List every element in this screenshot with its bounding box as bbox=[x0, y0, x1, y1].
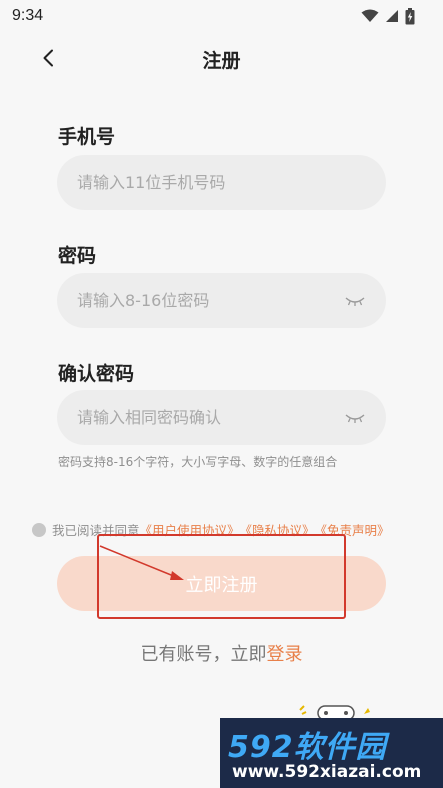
battery-icon bbox=[405, 7, 415, 24]
status-time: 9:34 bbox=[12, 7, 44, 24]
user-agreement-link[interactable]: 《用户使用协议》 bbox=[140, 520, 240, 539]
password-input[interactable] bbox=[77, 291, 344, 310]
confirm-password-input[interactable] bbox=[77, 408, 344, 427]
wifi-icon bbox=[361, 9, 379, 22]
nav-bar: 注册 bbox=[0, 36, 443, 80]
eye-closed-icon[interactable] bbox=[344, 411, 366, 425]
watermark-brand: 592软件园 bbox=[228, 730, 387, 765]
phone-label: 手机号 bbox=[58, 126, 116, 148]
confirm-password-input-box[interactable] bbox=[57, 390, 386, 445]
page-title: 注册 bbox=[202, 50, 241, 72]
agreement-row: 我已阅读并同意 《用户使用协议》 《隐私协议》 《免责声明》 bbox=[32, 520, 390, 539]
login-row: 已有账号，立即登录 bbox=[0, 640, 443, 666]
signal-icon bbox=[386, 10, 398, 22]
watermark-url: www.592xiazai.com bbox=[232, 762, 422, 782]
disclaimer-link[interactable]: 《免责声明》 bbox=[315, 520, 390, 539]
password-label: 密码 bbox=[58, 245, 97, 267]
phone-input-box[interactable] bbox=[57, 155, 386, 210]
password-hint: 密码支持8-16个字符，大小写字母、数字的任意组合 bbox=[58, 455, 338, 469]
confirm-password-label: 确认密码 bbox=[58, 363, 135, 385]
register-button[interactable]: 立即注册 bbox=[57, 556, 386, 611]
privacy-link[interactable]: 《隐私协议》 bbox=[240, 520, 315, 539]
login-prompt: 已有账号，立即 bbox=[140, 644, 267, 665]
eye-closed-icon[interactable] bbox=[344, 294, 366, 308]
agreement-prefix: 我已阅读并同意 bbox=[52, 523, 140, 538]
status-icons bbox=[361, 7, 415, 25]
phone-input[interactable] bbox=[77, 173, 366, 192]
login-link[interactable]: 登录 bbox=[267, 644, 303, 665]
agreement-radio[interactable] bbox=[32, 522, 46, 537]
password-input-box[interactable] bbox=[57, 273, 386, 328]
status-bar: 9:34 bbox=[0, 0, 443, 32]
watermark: 592软件园 www.592xiazai.com bbox=[220, 718, 443, 788]
